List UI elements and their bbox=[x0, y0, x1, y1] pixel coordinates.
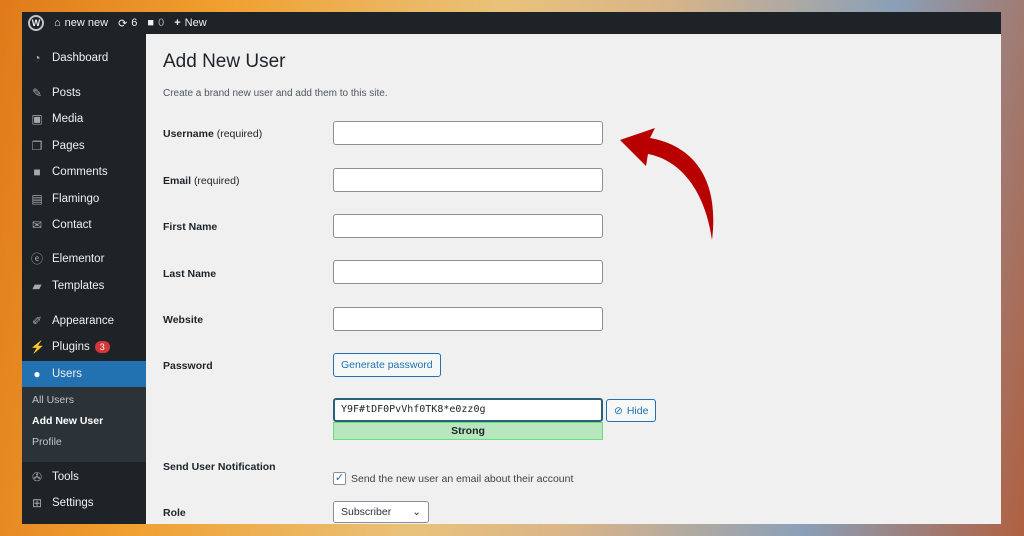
sidebar-item-dashboard[interactable]: ◔ Dashboard bbox=[22, 45, 146, 71]
password-input[interactable]: Y9F#tDF0PvVhf0TK8*e0zz0g bbox=[333, 398, 603, 422]
updates-link[interactable]: ⟳ 6 bbox=[118, 17, 137, 30]
refresh-icon: ⟳ bbox=[118, 17, 128, 30]
sidebar-item-plugins[interactable]: ⚡ Plugins 3 bbox=[22, 334, 146, 360]
submenu-item[interactable]: Profile bbox=[32, 436, 62, 448]
settings-icon: ⊞ bbox=[31, 496, 43, 510]
submenu-item[interactable]: All Users bbox=[32, 394, 74, 406]
sidebar-item-media[interactable]: ▣ Media bbox=[22, 106, 146, 132]
username-label: Username (required) bbox=[163, 128, 263, 140]
check-icon: ✓ bbox=[334, 472, 345, 484]
pages-icon: ❐ bbox=[31, 139, 43, 153]
email-label: Email (required) bbox=[163, 175, 240, 187]
sidebar: All Users Add New User Profile ◔ Dashboard ✎ P… bbox=[22, 34, 146, 524]
sidebar-item-posts[interactable]: ✎ Posts bbox=[22, 80, 146, 106]
last-name-input[interactable] bbox=[333, 260, 603, 284]
email-input[interactable] bbox=[333, 168, 603, 192]
home-icon: ⌂ bbox=[54, 17, 61, 29]
role-label: Role bbox=[163, 507, 186, 519]
comments-link[interactable]: ■ 0 bbox=[147, 17, 164, 29]
sidebar-item-pages[interactable]: ❐ Pages bbox=[22, 133, 146, 159]
sidebar-item-contact[interactable]: ✉ Contact bbox=[22, 212, 146, 238]
page-description: Create a brand new user and add them to … bbox=[163, 88, 388, 99]
plus-icon: + bbox=[174, 17, 181, 29]
sidebar-item-appearance[interactable]: ✐ Appearance bbox=[22, 308, 146, 334]
eye-slash-icon: ⊘ bbox=[614, 404, 623, 417]
mail-icon: ✉ bbox=[31, 218, 43, 232]
password-label: Password bbox=[163, 360, 213, 372]
sidebar-item-settings[interactable]: ⊞ Settings bbox=[22, 490, 146, 516]
first-name-input[interactable] bbox=[333, 214, 603, 238]
browser-window: W ⌂ new new ⟳ 6 ■ 0 + New All Users Add New U… bbox=[22, 12, 1001, 524]
dashboard-icon: ◔ bbox=[33, 51, 41, 65]
main-content: Add New User Create a brand new user and… bbox=[163, 34, 1001, 524]
last-name-label: Last Name bbox=[163, 268, 217, 280]
admin-bar: W ⌂ new new ⟳ 6 ■ 0 + New bbox=[22, 12, 1001, 34]
notification-label: Send User Notification bbox=[163, 461, 276, 473]
brush-icon: ✐ bbox=[31, 314, 43, 328]
website-label: Website bbox=[163, 314, 204, 326]
site-link[interactable]: ⌂ new new bbox=[54, 17, 108, 29]
comment-icon: ■ bbox=[147, 17, 155, 29]
wrench-icon: ✇ bbox=[31, 470, 43, 484]
red-arrow-annotation bbox=[620, 128, 714, 240]
user-icon: ● bbox=[33, 367, 41, 381]
hide-password-button[interactable]: ⊘ Hide bbox=[606, 399, 657, 422]
first-name-label: First Name bbox=[163, 221, 218, 233]
generate-password-button[interactable]: Generate password bbox=[333, 353, 441, 377]
pin-icon: ✎ bbox=[31, 86, 43, 100]
plugin-icon: ⚡ bbox=[30, 340, 45, 354]
website-input[interactable] bbox=[333, 307, 603, 331]
sidebar-item-comments[interactable]: ■ Comments bbox=[22, 159, 146, 185]
sidebar-item-templates[interactable]: ▰ Templates bbox=[22, 273, 146, 299]
password-strength: Strong bbox=[333, 422, 603, 440]
notification-text: Send the new user an email about their a… bbox=[351, 473, 574, 485]
sidebar-item-users[interactable]: ● Users bbox=[22, 361, 146, 387]
users-submenu: All Users Add New User Profile bbox=[22, 386, 146, 462]
page-title: Add New User bbox=[163, 51, 286, 72]
elementor-icon: ⓔ bbox=[30, 252, 43, 266]
new-link[interactable]: + New bbox=[174, 17, 206, 29]
role-select[interactable]: Subscriber ⌄ bbox=[333, 501, 429, 523]
sidebar-item-flamingo[interactable]: ▤ Flamingo bbox=[22, 186, 146, 212]
wordpress-logo-icon[interactable]: W bbox=[28, 15, 44, 31]
sidebar-item-tools[interactable]: ✇ Tools bbox=[22, 464, 146, 490]
notification-checkbox[interactable]: ✓ bbox=[333, 472, 346, 485]
flamingo-icon: ▤ bbox=[31, 192, 43, 206]
sidebar-item-elementor[interactable]: ⓔ Elementor bbox=[22, 246, 146, 272]
comment-icon: ■ bbox=[33, 165, 41, 179]
plugins-badge: 3 bbox=[94, 341, 110, 353]
chevron-down-icon: ⌄ bbox=[412, 506, 421, 518]
username-input[interactable] bbox=[333, 121, 603, 145]
submenu-item[interactable]: Add New User bbox=[32, 415, 103, 427]
media-icon: ▣ bbox=[31, 112, 43, 126]
folder-icon: ▰ bbox=[32, 279, 42, 293]
